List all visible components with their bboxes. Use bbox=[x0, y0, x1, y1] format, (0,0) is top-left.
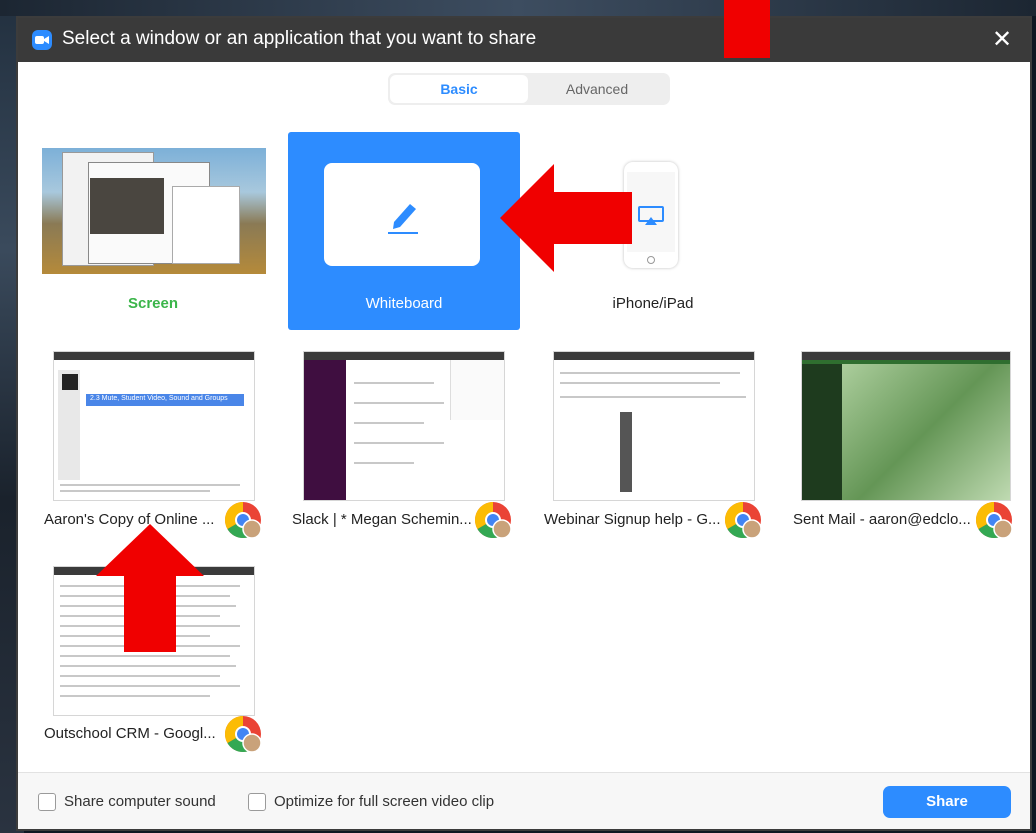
thumbnail-sidebar bbox=[802, 364, 842, 500]
app-thumbnail-sheets[interactable] bbox=[553, 351, 755, 501]
chrome-icon bbox=[224, 716, 262, 753]
screen-label: Screen bbox=[127, 295, 179, 312]
chrome-icon bbox=[975, 502, 1013, 539]
whiteboard-option[interactable]: Whiteboard bbox=[288, 132, 520, 330]
app-thumbnail-slack[interactable] bbox=[303, 351, 505, 501]
thumbnail-mail-list bbox=[842, 364, 1010, 500]
thumbnail-browser-bar bbox=[304, 352, 504, 360]
pen-icon bbox=[388, 204, 418, 234]
thumbnail-text-line bbox=[60, 655, 230, 657]
thumbnail-browser-bar bbox=[54, 352, 254, 360]
thumbnail-browser-bar bbox=[554, 352, 754, 360]
chrome-icon bbox=[224, 502, 262, 539]
thumbnail-text-line bbox=[60, 665, 236, 667]
thumbnail-text-line bbox=[354, 442, 444, 444]
app-thumbnail-gmail[interactable] bbox=[801, 351, 1011, 501]
whiteboard-card bbox=[324, 163, 480, 266]
share-computer-sound-label: Share computer sound bbox=[64, 793, 216, 810]
thumbnail-sidebar bbox=[304, 360, 346, 500]
annotation-arrow-up bbox=[96, 524, 204, 652]
thumbnail-text-line bbox=[354, 402, 444, 404]
dialog-title: Select a window or an application that y… bbox=[62, 28, 537, 49]
thumbnail-text-line bbox=[60, 695, 210, 697]
thumbnail-camera-view bbox=[90, 178, 164, 234]
thumbnail-text-line bbox=[354, 382, 434, 384]
annotation-arrow-left bbox=[500, 164, 632, 272]
thumbnail-column bbox=[620, 412, 632, 492]
thumbnail-title-bar: 2.3 Mute, Student Video, Sound and Group… bbox=[86, 394, 244, 406]
mode-tabs: Basic Advanced bbox=[388, 73, 670, 105]
app-label: Slack | * Megan Schemin... bbox=[292, 511, 472, 528]
iphone-ipad-option[interactable] bbox=[624, 162, 678, 268]
chrome-icon bbox=[724, 502, 762, 539]
thumbnail-window bbox=[172, 186, 240, 264]
app-label: Outschool CRM - Googl... bbox=[44, 725, 216, 742]
thumbnail-text-line bbox=[560, 372, 740, 374]
thumbnail-text-line bbox=[60, 675, 220, 677]
zoom-logo-icon bbox=[32, 30, 52, 50]
home-button-icon bbox=[647, 256, 655, 264]
whiteboard-label: Whiteboard bbox=[365, 295, 443, 312]
share-button[interactable]: Share bbox=[883, 786, 1011, 818]
tab-basic[interactable]: Basic bbox=[390, 75, 528, 103]
optimize-video-label: Optimize for full screen video clip bbox=[274, 793, 495, 810]
dialog-footer: Share computer sound Optimize for full s… bbox=[18, 772, 1030, 829]
share-dialog: Select a window or an application that y… bbox=[16, 16, 1032, 831]
thumbnail-text-line bbox=[560, 396, 746, 398]
app-label: Sent Mail - aaron@edclo... bbox=[793, 511, 971, 528]
thumbnail-text-line bbox=[354, 422, 424, 424]
close-icon[interactable]: ✕ bbox=[988, 26, 1016, 54]
app-label: Webinar Signup help - G... bbox=[544, 511, 721, 528]
airplay-icon bbox=[638, 206, 664, 225]
iphone-ipad-label: iPhone/iPad bbox=[612, 295, 694, 312]
annotation-marker bbox=[724, 0, 770, 58]
thumbnail-text-line bbox=[60, 685, 240, 687]
optimize-video-checkbox[interactable] bbox=[248, 793, 266, 811]
thumbnail-browser-bar bbox=[802, 352, 1010, 360]
thumbnail-slide-title: 2.3 Mute, Student Video, Sound and Group… bbox=[90, 395, 228, 402]
share-computer-sound-checkbox[interactable] bbox=[38, 793, 56, 811]
title-bar: Select a window or an application that y… bbox=[18, 18, 1030, 62]
thumbnail-text-line bbox=[560, 382, 720, 384]
thumbnail-slide bbox=[62, 374, 78, 390]
screen-thumbnail[interactable] bbox=[42, 148, 266, 274]
tab-advanced[interactable]: Advanced bbox=[528, 75, 666, 103]
thumbnail-text-line bbox=[60, 484, 240, 486]
desktop-background-top bbox=[0, 0, 1036, 16]
chrome-icon bbox=[474, 502, 512, 539]
thumbnail-text-line bbox=[60, 490, 210, 492]
thumbnail-thread-panel bbox=[450, 360, 504, 420]
app-thumbnail-slides[interactable]: 2.3 Mute, Student Video, Sound and Group… bbox=[53, 351, 255, 501]
thumbnail-text-line bbox=[354, 462, 414, 464]
